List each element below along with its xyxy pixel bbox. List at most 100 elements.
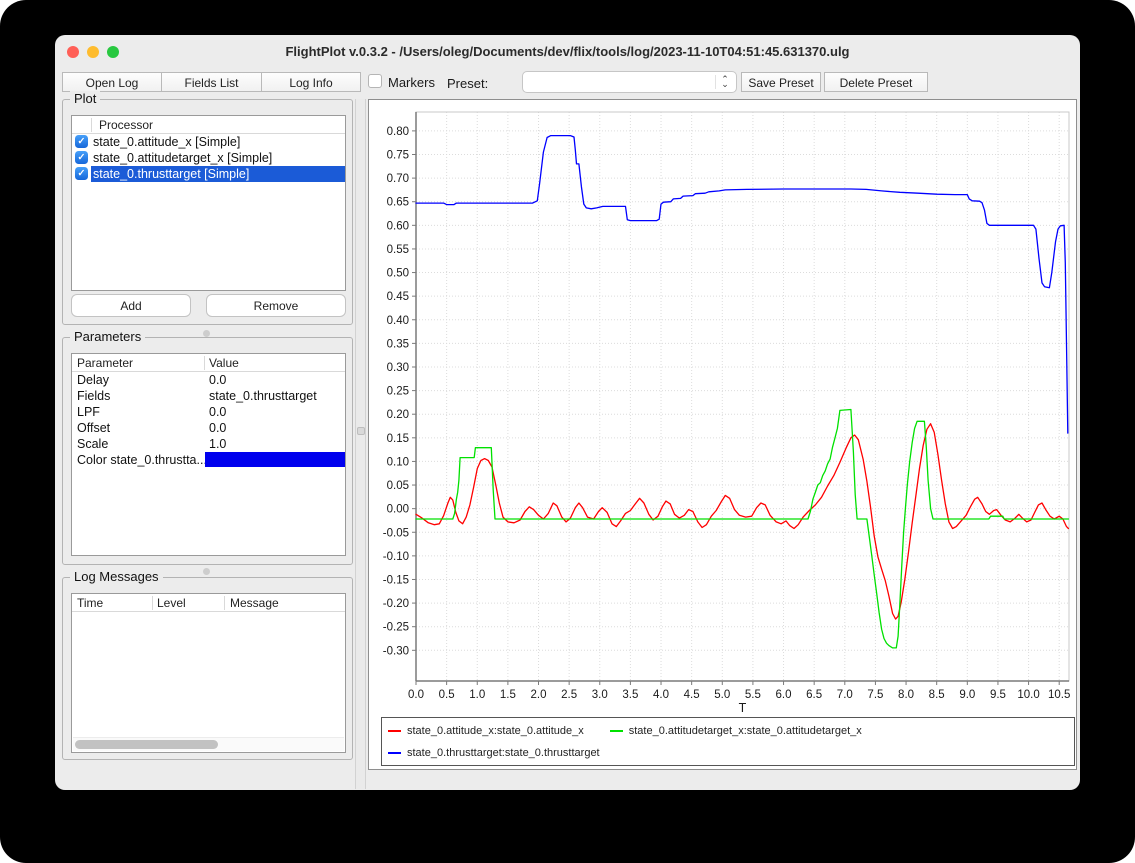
blue-line-swatch-icon bbox=[388, 752, 401, 754]
plot-panel: Plot Processor ✓ state_0.attitude_x [Sim… bbox=[62, 99, 353, 325]
message-column-header: Message bbox=[230, 596, 279, 610]
save-preset-button[interactable]: Save Preset bbox=[741, 72, 821, 92]
svg-text:0.15: 0.15 bbox=[387, 433, 409, 445]
svg-text:0.60: 0.60 bbox=[387, 220, 409, 232]
svg-text:0.35: 0.35 bbox=[387, 338, 409, 350]
svg-text:10.5: 10.5 bbox=[1048, 689, 1070, 701]
parameter-column-header: Parameter bbox=[77, 356, 133, 370]
log-info-button[interactable]: Log Info bbox=[261, 72, 361, 92]
svg-text:3.5: 3.5 bbox=[622, 689, 638, 701]
legend-label: state_0.attitudetarget_x:state_0.attitud… bbox=[629, 725, 862, 737]
svg-text:0.10: 0.10 bbox=[387, 456, 409, 468]
red-line-swatch-icon bbox=[388, 730, 401, 732]
vertical-splitter[interactable] bbox=[355, 99, 366, 789]
plot-series-list[interactable]: Processor ✓ state_0.attitude_x [Simple] … bbox=[71, 115, 346, 291]
svg-text:0.55: 0.55 bbox=[387, 244, 409, 256]
plot-list-header: Processor bbox=[72, 116, 345, 134]
svg-text:0.40: 0.40 bbox=[387, 315, 409, 327]
series-color-swatch[interactable] bbox=[205, 452, 345, 467]
add-button[interactable]: Add bbox=[71, 294, 191, 317]
zoom-window-icon[interactable] bbox=[107, 46, 119, 58]
splitter-handle[interactable] bbox=[357, 427, 365, 435]
svg-text:2.0: 2.0 bbox=[531, 689, 547, 701]
svg-text:-0.15: -0.15 bbox=[383, 574, 409, 586]
time-column-header: Time bbox=[77, 596, 103, 610]
svg-text:1.5: 1.5 bbox=[500, 689, 516, 701]
svg-text:3.0: 3.0 bbox=[592, 689, 608, 701]
svg-text:0.30: 0.30 bbox=[387, 362, 409, 374]
svg-text:7.5: 7.5 bbox=[867, 689, 883, 701]
parameters-table[interactable]: Parameter Value Delay 0.0 Fields state_0… bbox=[71, 353, 346, 556]
plot-list-item[interactable]: ✓ state_0.attitude_x [Simple] bbox=[72, 134, 345, 150]
scrollbar-thumb[interactable] bbox=[75, 740, 218, 749]
parameter-row[interactable]: Delay 0.0 bbox=[72, 372, 345, 388]
legend-label: state_0.attitude_x:state_0.attitude_x bbox=[407, 725, 584, 737]
splitter-handle[interactable] bbox=[203, 568, 210, 575]
svg-text:0.25: 0.25 bbox=[387, 386, 409, 398]
log-messages-panel-title: Log Messages bbox=[70, 569, 163, 584]
preset-label: Preset: bbox=[447, 76, 488, 91]
log-messages-table[interactable]: Time Level Message bbox=[71, 593, 346, 753]
markers-label: Markers bbox=[388, 75, 435, 90]
parameter-row[interactable]: Fields state_0.thrusttarget bbox=[72, 388, 345, 404]
plot-list-item[interactable]: ✓ state_0.attitudetarget_x [Simple] bbox=[72, 150, 345, 166]
svg-text:0.75: 0.75 bbox=[387, 149, 409, 161]
legend-item: state_0.thrusttarget:state_0.thrusttarge… bbox=[388, 747, 600, 759]
legend-item: state_0.attitudetarget_x:state_0.attitud… bbox=[610, 725, 862, 737]
preset-combobox[interactable]: ⌃⌄ bbox=[522, 71, 737, 93]
fields-list-button[interactable]: Fields List bbox=[161, 72, 262, 92]
svg-text:8.0: 8.0 bbox=[898, 689, 914, 701]
svg-text:0.20: 0.20 bbox=[387, 409, 409, 421]
svg-text:5.5: 5.5 bbox=[745, 689, 761, 701]
checked-checkbox-icon[interactable]: ✓ bbox=[75, 151, 88, 164]
checked-checkbox-icon[interactable]: ✓ bbox=[75, 167, 88, 180]
title-bar[interactable]: FlightPlot v.0.3.2 - /Users/oleg/Documen… bbox=[55, 35, 1080, 68]
svg-text:6.5: 6.5 bbox=[806, 689, 822, 701]
chart-canvas[interactable]: 0.800.750.700.650.600.550.500.450.400.35… bbox=[369, 100, 1076, 716]
parameters-panel-title: Parameters bbox=[70, 329, 145, 344]
horizontal-scrollbar[interactable] bbox=[73, 737, 344, 751]
checked-checkbox-icon[interactable]: ✓ bbox=[75, 135, 88, 148]
minimize-window-icon[interactable] bbox=[87, 46, 99, 58]
svg-text:0.80: 0.80 bbox=[387, 126, 409, 138]
splitter-handle[interactable] bbox=[203, 330, 210, 337]
svg-text:-0.30: -0.30 bbox=[383, 645, 409, 657]
plot-list-item[interactable]: ✓ state_0.thrusttarget [Simple] bbox=[72, 166, 345, 182]
open-log-button[interactable]: Open Log bbox=[62, 72, 162, 92]
value-column-header: Value bbox=[209, 356, 239, 370]
window-title: FlightPlot v.0.3.2 - /Users/oleg/Documen… bbox=[135, 35, 1000, 68]
delete-preset-button[interactable]: Delete Preset bbox=[824, 72, 928, 92]
parameter-row-color[interactable]: Color state_0.thrustta... bbox=[72, 452, 345, 468]
svg-text:0.05: 0.05 bbox=[387, 480, 409, 492]
combo-stepper-icon[interactable]: ⌃⌄ bbox=[718, 73, 732, 91]
plot-panel-title: Plot bbox=[70, 91, 100, 106]
parameter-row[interactable]: LPF 0.0 bbox=[72, 404, 345, 420]
svg-text:9.5: 9.5 bbox=[990, 689, 1006, 701]
svg-text:9.0: 9.0 bbox=[959, 689, 975, 701]
svg-text:0.00: 0.00 bbox=[387, 504, 409, 516]
parameter-row[interactable]: Offset 0.0 bbox=[72, 420, 345, 436]
close-window-icon[interactable] bbox=[67, 46, 79, 58]
parameters-table-header: Parameter Value bbox=[72, 354, 345, 372]
svg-text:0.50: 0.50 bbox=[387, 268, 409, 280]
svg-text:4.0: 4.0 bbox=[653, 689, 669, 701]
svg-text:-0.10: -0.10 bbox=[383, 551, 409, 563]
svg-text:7.0: 7.0 bbox=[837, 689, 853, 701]
flightplot-window: FlightPlot v.0.3.2 - /Users/oleg/Documen… bbox=[55, 35, 1080, 790]
svg-text:6.0: 6.0 bbox=[776, 689, 792, 701]
svg-text:4.5: 4.5 bbox=[684, 689, 700, 701]
svg-text:10.0: 10.0 bbox=[1017, 689, 1039, 701]
parameter-row[interactable]: Scale 1.0 bbox=[72, 436, 345, 452]
markers-checkbox[interactable] bbox=[368, 74, 382, 88]
svg-text:5.0: 5.0 bbox=[714, 689, 730, 701]
svg-text:0.5: 0.5 bbox=[439, 689, 455, 701]
chart-panel: 0.800.750.700.650.600.550.500.450.400.35… bbox=[368, 99, 1077, 770]
level-column-header: Level bbox=[157, 596, 186, 610]
svg-text:-0.25: -0.25 bbox=[383, 622, 409, 634]
log-messages-header: Time Level Message bbox=[72, 594, 345, 612]
remove-button[interactable]: Remove bbox=[206, 294, 346, 317]
svg-text:0.65: 0.65 bbox=[387, 197, 409, 209]
svg-text:2.5: 2.5 bbox=[561, 689, 577, 701]
chart-legend: state_0.attitude_x:state_0.attitude_x st… bbox=[381, 717, 1075, 766]
legend-label: state_0.thrusttarget:state_0.thrusttarge… bbox=[407, 747, 600, 759]
